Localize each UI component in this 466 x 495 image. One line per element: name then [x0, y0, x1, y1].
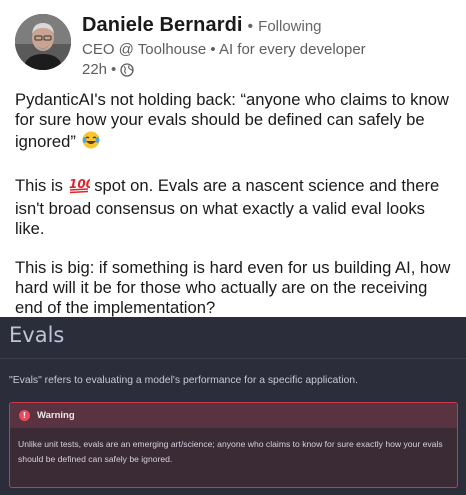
warning-text: Unlike unit tests, evals are an emerging…	[18, 439, 443, 464]
author-block: Daniele Bernardi • Following CEO @ Toolh…	[82, 14, 455, 78]
globe-icon	[120, 62, 134, 77]
warning-icon: !	[19, 410, 30, 421]
warning-label: Warning	[37, 410, 75, 421]
laughing-emoji-icon	[81, 130, 101, 155]
docs-intro: "Evals" refers to evaluating a model's p…	[9, 375, 358, 386]
docs-screenshot-panel: Evals "Evals" refers to evaluating a mod…	[0, 317, 466, 495]
hundred-points-emoji-icon: 100	[68, 174, 94, 199]
post-body: PydanticAI's not holding back: “anyone w…	[15, 90, 455, 338]
warning-header: ! Warning	[10, 403, 457, 428]
post-text: This is big: if something is hard even f…	[15, 258, 451, 317]
post-paragraph: PydanticAI's not holding back: “anyone w…	[15, 90, 455, 154]
post-time: 22h	[82, 61, 108, 78]
post-text: This is	[15, 176, 63, 196]
author-headline: CEO @ Toolhouse • AI for every developer	[82, 41, 366, 58]
post-paragraph: This is 100 spot on. Evals are a nascent…	[15, 174, 455, 238]
docs-title: Evals	[9, 323, 65, 347]
separator-dot: •	[111, 61, 117, 78]
post-paragraph: This is big: if something is hard even f…	[15, 258, 455, 317]
warning-admonition: ! Warning Unlike unit tests, evals are a…	[9, 402, 458, 488]
author-name[interactable]: Daniele Bernardi	[82, 14, 243, 37]
separator-dot: •	[247, 18, 254, 35]
post-header: Daniele Bernardi • Following CEO @ Toolh…	[15, 14, 455, 78]
avatar[interactable]	[15, 14, 71, 70]
divider	[0, 358, 466, 359]
follow-status[interactable]: Following	[258, 18, 321, 35]
